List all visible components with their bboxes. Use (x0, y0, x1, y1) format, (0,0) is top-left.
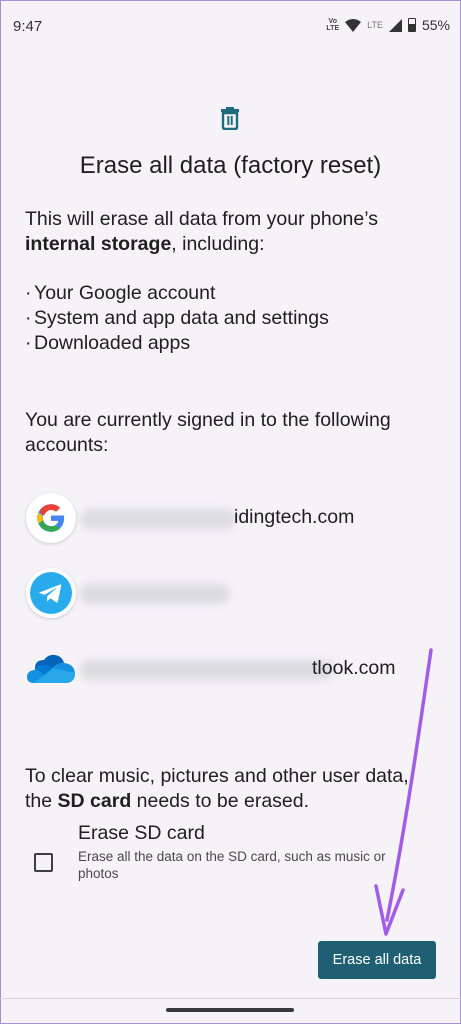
annotation-arrow (374, 648, 433, 936)
